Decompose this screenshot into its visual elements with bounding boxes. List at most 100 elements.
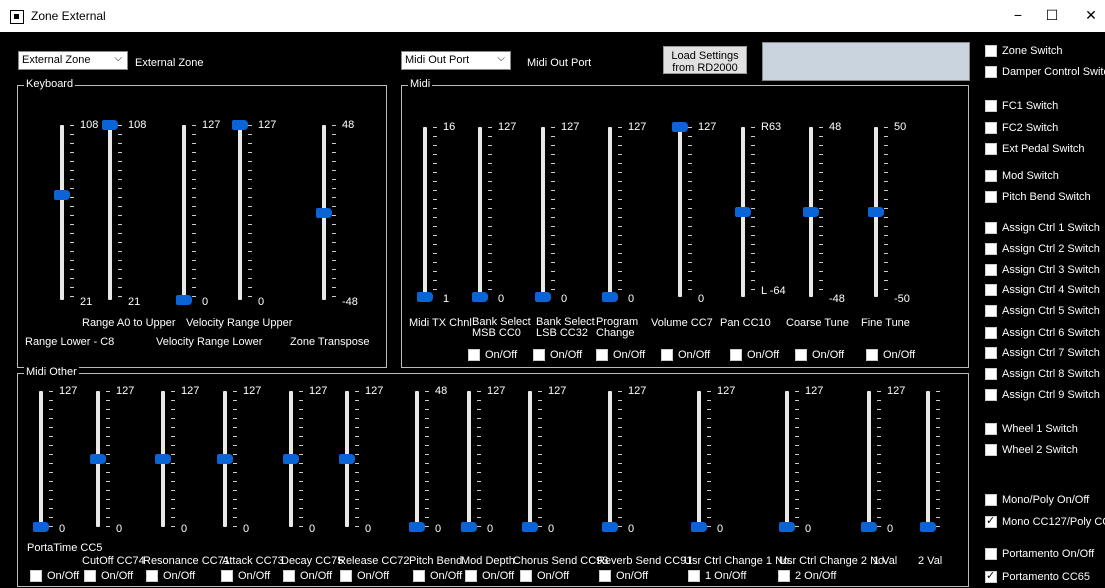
checkbox-box[interactable] (533, 349, 545, 362)
slider-thumb[interactable] (409, 522, 425, 532)
switch-checkbox[interactable]: Assign Ctrl 6 Switch (985, 327, 1100, 340)
checkbox-box[interactable] (985, 222, 997, 235)
slider-thumb[interactable] (602, 522, 618, 532)
slider-thumb[interactable] (535, 292, 551, 302)
slider-thumb[interactable] (339, 454, 355, 464)
slider-track[interactable] (423, 127, 427, 297)
checkbox-box[interactable] (985, 66, 997, 79)
checkbox-box[interactable] (985, 548, 997, 561)
slider-track[interactable] (926, 391, 930, 527)
switch-checkbox[interactable]: Mono CC127/Poly CC127 (985, 514, 1105, 529)
port-select[interactable]: Midi Out Port ⌵ (401, 51, 511, 70)
checkbox-box[interactable] (985, 122, 997, 135)
slider-track[interactable] (678, 127, 682, 297)
checkbox-box[interactable] (985, 143, 997, 156)
switch-checkbox[interactable]: Mono/Poly On/Off (985, 494, 1089, 507)
checkbox-box[interactable] (730, 349, 742, 362)
zone-select[interactable]: External Zone ⌵ (18, 51, 128, 70)
onoff-checkbox[interactable]: On/Off (596, 349, 645, 362)
onoff-checkbox[interactable]: On/Off (84, 570, 133, 583)
onoff-checkbox[interactable]: 1 On/Off (688, 570, 746, 583)
switch-checkbox[interactable]: Mod Switch (985, 170, 1059, 183)
slider-thumb[interactable] (461, 522, 477, 532)
slider-track[interactable] (478, 127, 482, 297)
switch-checkbox[interactable]: FC2 Switch (985, 122, 1058, 135)
checkbox-box[interactable] (465, 570, 477, 583)
onoff-checkbox[interactable]: On/Off (468, 349, 517, 362)
slider-thumb[interactable] (861, 522, 877, 532)
slider-track[interactable] (867, 391, 871, 527)
checkbox-box[interactable] (985, 243, 997, 256)
checkbox-box[interactable] (413, 570, 425, 583)
slider-thumb[interactable] (522, 522, 538, 532)
slider-thumb[interactable] (90, 454, 106, 464)
slider-track[interactable] (108, 125, 112, 300)
checkbox-box[interactable] (688, 570, 700, 583)
load-settings-button[interactable]: Load Settings from RD2000 (663, 46, 747, 74)
switch-checkbox[interactable]: Ext Pedal Switch (985, 143, 1085, 156)
slider-thumb[interactable] (417, 292, 433, 302)
slider-track[interactable] (541, 127, 545, 297)
checkbox-box[interactable] (84, 570, 96, 583)
checkbox-box[interactable] (795, 349, 807, 362)
onoff-checkbox[interactable]: On/Off (599, 570, 648, 583)
switch-checkbox[interactable]: Assign Ctrl 4 Switch (985, 284, 1100, 297)
checkbox-box[interactable] (985, 514, 997, 529)
checkbox-box[interactable] (985, 170, 997, 183)
onoff-checkbox[interactable]: On/Off (730, 349, 779, 362)
checkbox-box[interactable] (985, 389, 997, 402)
onoff-checkbox[interactable]: On/Off (221, 570, 270, 583)
switch-checkbox[interactable]: Wheel 1 Switch (985, 423, 1078, 436)
switch-checkbox[interactable]: Wheel 2 Switch (985, 444, 1078, 457)
close-button[interactable]: ✕ (1076, 7, 1105, 25)
slider-track[interactable] (697, 391, 701, 527)
onoff-checkbox[interactable]: On/Off (340, 570, 389, 583)
slider-thumb[interactable] (316, 207, 332, 218)
switch-checkbox[interactable]: Assign Ctrl 1 Switch (985, 222, 1100, 235)
slider-thumb[interactable] (672, 122, 688, 132)
slider-thumb[interactable] (176, 295, 192, 305)
slider-thumb[interactable] (803, 207, 819, 217)
switch-checkbox[interactable]: Assign Ctrl 9 Switch (985, 389, 1100, 402)
slider-track[interactable] (39, 391, 43, 527)
slider-track[interactable] (415, 391, 419, 527)
slider-track[interactable] (608, 391, 612, 527)
slider-thumb[interactable] (155, 454, 171, 464)
slider-thumb[interactable] (735, 207, 751, 217)
checkbox-box[interactable] (596, 349, 608, 362)
onoff-checkbox[interactable]: On/Off (146, 570, 195, 583)
checkbox-box[interactable] (778, 570, 790, 583)
slider-track[interactable] (182, 125, 186, 300)
onoff-checkbox[interactable]: On/Off (533, 349, 582, 362)
slider-thumb[interactable] (602, 292, 618, 302)
slider-thumb[interactable] (217, 454, 233, 464)
slider-track[interactable] (608, 127, 612, 297)
checkbox-box[interactable] (985, 569, 997, 584)
slider-track[interactable] (467, 391, 471, 527)
slider-thumb[interactable] (779, 522, 795, 532)
checkbox-box[interactable] (985, 100, 997, 113)
slider-track[interactable] (528, 391, 532, 527)
checkbox-box[interactable] (985, 264, 997, 277)
switch-checkbox[interactable]: Assign Ctrl 7 Switch (985, 347, 1100, 360)
switch-checkbox[interactable]: FC1 Switch (985, 100, 1058, 113)
slider-track[interactable] (60, 125, 64, 300)
onoff-checkbox[interactable]: On/Off (866, 349, 915, 362)
slider-track[interactable] (238, 125, 242, 300)
switch-checkbox[interactable]: Damper Control Switch (985, 66, 1105, 79)
slider-thumb[interactable] (920, 522, 936, 532)
switch-checkbox[interactable]: Assign Ctrl 3 Switch (985, 264, 1100, 277)
switch-checkbox[interactable]: Assign Ctrl 2 Switch (985, 243, 1100, 256)
checkbox-box[interactable] (340, 570, 352, 583)
checkbox-box[interactable] (146, 570, 158, 583)
checkbox-box[interactable] (30, 570, 42, 583)
slider-thumb[interactable] (283, 454, 299, 464)
slider-thumb[interactable] (472, 292, 488, 302)
checkbox-box[interactable] (985, 494, 997, 507)
checkbox-box[interactable] (520, 570, 532, 583)
slider-thumb[interactable] (232, 120, 248, 130)
checkbox-box[interactable] (221, 570, 233, 583)
slider-thumb[interactable] (691, 522, 707, 532)
checkbox-box[interactable] (283, 570, 295, 583)
slider-thumb[interactable] (54, 190, 70, 200)
